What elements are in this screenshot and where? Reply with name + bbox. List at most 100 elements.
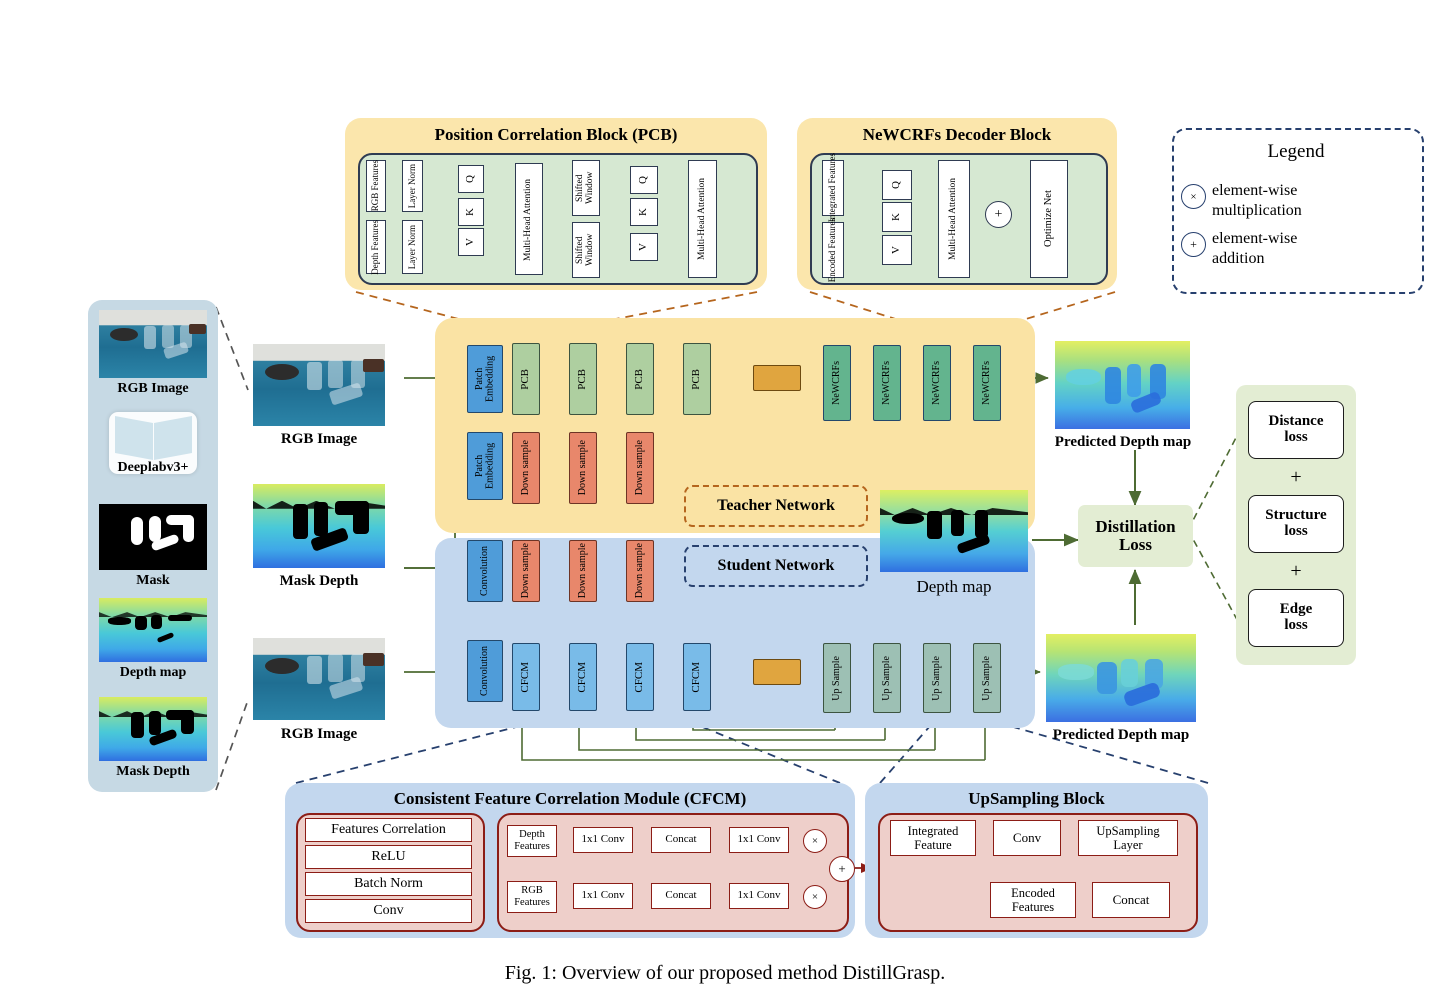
upsampling-conv: Conv <box>993 820 1061 856</box>
teacher-down-sample-1: Down sample <box>512 432 540 504</box>
newcrfs-node-q: Q <box>882 170 912 200</box>
legend-item-0-line2: multiplication <box>1212 202 1302 219</box>
cfcm-stack-batch-norm: Batch Norm <box>305 872 472 896</box>
cfcm-stack-conv: Conv <box>305 899 472 923</box>
pcb-node-shifted-window-2: Shifted Window <box>572 222 600 278</box>
sidebar-mask-image <box>99 504 207 570</box>
student-cfcm-1: CFCM <box>512 643 540 711</box>
pcb-node-layer-norm-1: Layer Norm <box>402 160 423 212</box>
upsampling-encoded-features: Encoded Features <box>990 882 1076 918</box>
sidebar-maskdepth-image <box>99 697 207 761</box>
upsampling-panel-title: UpSampling Block <box>968 789 1105 808</box>
cfcm-stack-features-correlation: Features Correlation <box>305 818 472 842</box>
pcb-node-q-2: Q <box>630 166 658 194</box>
student-cfcm-4: CFCM <box>683 643 711 711</box>
loss-distance: Distance loss <box>1248 401 1344 459</box>
input-rgb-image-top <box>253 344 385 426</box>
pcb-node-v-2: V <box>630 233 658 261</box>
distillation-loss-line2: Loss <box>1118 535 1153 554</box>
input-rgb-image-bottom <box>253 638 385 720</box>
newcrfs-node-v: V <box>882 235 912 265</box>
student-up-sample-1: Up Sample <box>823 643 851 713</box>
sidebar-label-1: Deeplabv3+ <box>117 460 189 475</box>
teacher-pcb-3: PCB <box>626 343 654 415</box>
teacher-newcrfs-2: NeWCRFs <box>873 345 901 421</box>
newcrfs-node-optimize-net: Optimize Net <box>1030 160 1068 278</box>
teacher-down-sample-2: Down sample <box>569 432 597 504</box>
loss-plus-1: + <box>1290 466 1302 488</box>
teacher-output-label: Predicted Depth map <box>1054 434 1192 450</box>
pcb-node-mha-1: Multi-Head Attention <box>515 163 543 275</box>
pcb-node-depth-features: Depth Features <box>366 220 386 274</box>
sidebar-rgb-image <box>99 310 207 378</box>
student-down-sample-2: Down sample <box>569 540 597 602</box>
input-label-2: RGB Image <box>280 726 358 742</box>
newcrfs-node-k: K <box>882 202 912 232</box>
newcrfs-add-op: + <box>985 201 1012 228</box>
student-cfcm-3: CFCM <box>626 643 654 711</box>
pcb-node-layer-norm-2: Layer Norm <box>402 220 423 274</box>
newcrfs-panel-title: NeWCRFs Decoder Block <box>862 125 1052 144</box>
newcrfs-node-encoded-features: Encoded Features <box>822 218 844 282</box>
legend-item-0-line1: element-wise <box>1212 182 1298 199</box>
legend-title: Legend <box>1267 141 1325 162</box>
teacher-newcrfs-3: NeWCRFs <box>923 345 951 421</box>
pcb-node-v-1: V <box>458 228 484 256</box>
teacher-newcrfs-4: NeWCRFs <box>973 345 1001 421</box>
pcb-node-shifted-window-1: Shifted Window <box>572 160 600 216</box>
cfcm-depth-concat: Concat <box>651 827 711 853</box>
sidebar-label-0: RGB Image <box>117 381 189 396</box>
pcb-node-k-2: K <box>630 198 658 226</box>
cfcm-stack-relu: ReLU <box>305 845 472 869</box>
teacher-depth-map-image <box>880 490 1028 572</box>
cfcm-input-depth-features: Depth Features <box>507 825 557 857</box>
student-down-sample-3: Down sample <box>626 540 654 602</box>
teacher-bottleneck <box>753 365 801 391</box>
loss-plus-2: + <box>1290 560 1302 582</box>
teacher-patch-embedding-1: Patch Embedding <box>467 345 503 413</box>
student-convolution-1: Convolution <box>467 540 503 602</box>
teacher-depth-map-label: Depth map <box>916 577 992 596</box>
teacher-pcb-2: PCB <box>569 343 597 415</box>
upsampling-layer: UpSampling Layer <box>1078 820 1178 856</box>
loss-structure: Structure loss <box>1248 495 1344 553</box>
student-down-sample-1: Down sample <box>512 540 540 602</box>
distillation-loss-line1: Distillation <box>1095 517 1176 537</box>
student-up-sample-2: Up Sample <box>873 643 901 713</box>
times-circle-icon: × <box>1181 184 1206 209</box>
teacher-network-badge: Teacher Network <box>684 485 868 527</box>
student-output-label: Predicted Depth map <box>1052 727 1190 743</box>
cfcm-add: + <box>829 856 855 882</box>
pcb-node-q-1: Q <box>458 165 484 193</box>
teacher-down-sample-3: Down sample <box>626 432 654 504</box>
input-mask-depth-image <box>253 484 385 568</box>
cfcm-multiply-depth: × <box>803 829 827 853</box>
cfcm-multiply-rgb: × <box>803 885 827 909</box>
sidebar-label-3: Depth map <box>119 665 187 680</box>
student-up-sample-3: Up Sample <box>923 643 951 713</box>
pcb-node-mha-2: Multi-Head Attention <box>688 160 717 278</box>
teacher-pcb-1: PCB <box>512 343 540 415</box>
teacher-newcrfs-1: NeWCRFs <box>823 345 851 421</box>
student-network-badge: Student Network <box>684 545 868 587</box>
cfcm-rgb-conv2: 1x1 Conv <box>729 883 789 909</box>
pcb-node-k-1: K <box>458 198 484 226</box>
input-label-1: Mask Depth <box>279 573 359 589</box>
sidebar-depthmap-image <box>99 598 207 662</box>
legend-item-1-line1: element-wise <box>1212 230 1298 247</box>
sidebar-label-4: Mask Depth <box>116 764 190 779</box>
student-convolution-2: Convolution <box>467 640 503 702</box>
pcb-panel-title: Position Correlation Block (PCB) <box>434 125 678 144</box>
upsampling-integrated-feature: Integrated Feature <box>890 820 976 856</box>
teacher-network-badge-label: Teacher Network <box>717 497 835 514</box>
teacher-pcb-4: PCB <box>683 343 711 415</box>
newcrfs-node-mha: Multi-Head Attention <box>938 160 970 278</box>
input-label-0: RGB Image <box>280 431 358 447</box>
pcb-node-rgb-features: RGB Features <box>366 160 386 212</box>
upsampling-concat: Concat <box>1092 882 1170 918</box>
student-cfcm-2: CFCM <box>569 643 597 711</box>
sidebar-label-2: Mask <box>136 573 170 588</box>
newcrfs-node-integrated-features: Integrated Features <box>822 153 844 223</box>
cfcm-depth-conv1: 1x1 Conv <box>573 827 633 853</box>
student-bottleneck <box>753 659 801 685</box>
